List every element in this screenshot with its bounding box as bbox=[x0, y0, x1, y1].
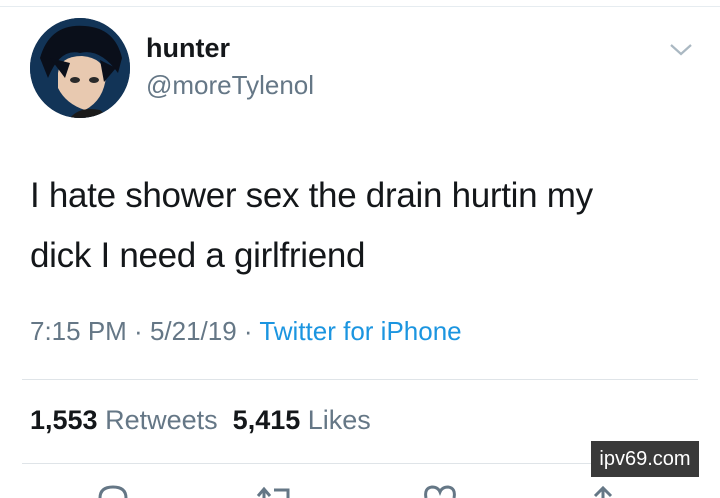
likes-count: 5,415 bbox=[232, 405, 301, 435]
display-name[interactable]: hunter bbox=[146, 33, 230, 64]
action-bar bbox=[0, 484, 720, 498]
likes-label: Likes bbox=[307, 405, 371, 435]
tweet-time[interactable]: 7:15 PM bbox=[30, 316, 127, 346]
retweet-icon[interactable] bbox=[254, 484, 294, 498]
retweets-count: 1,553 bbox=[30, 405, 98, 435]
meta-separator: · bbox=[126, 316, 150, 346]
reply-icon[interactable] bbox=[96, 484, 130, 498]
tweet-text-line-2: dick I need a girlfriend bbox=[30, 236, 366, 275]
tweet-stats: 1,553 Retweets 5,415 Likes bbox=[30, 405, 371, 436]
tweet-text: I hate shower sex the drain hurtin my di… bbox=[30, 166, 690, 286]
avatar[interactable] bbox=[30, 18, 130, 118]
top-divider bbox=[0, 6, 720, 7]
avatar-image bbox=[30, 18, 130, 118]
retweets-stat[interactable]: 1,553 Retweets bbox=[30, 405, 218, 435]
tweet-source[interactable]: Twitter for iPhone bbox=[259, 316, 461, 346]
user-handle[interactable]: @moreTylenol bbox=[146, 70, 314, 101]
tweet-text-line-1: I hate shower sex the drain hurtin my bbox=[30, 176, 593, 215]
chevron-down-icon[interactable] bbox=[668, 40, 694, 60]
retweets-label: Retweets bbox=[105, 405, 218, 435]
meta-separator: · bbox=[236, 316, 260, 346]
heart-icon[interactable] bbox=[422, 484, 458, 498]
tweet-date[interactable]: 5/21/19 bbox=[150, 316, 237, 346]
divider bbox=[22, 379, 698, 380]
likes-stat[interactable]: 5,415 Likes bbox=[233, 405, 371, 435]
tweet-meta: 7:15 PM · 5/21/19 · Twitter for iPhone bbox=[30, 316, 462, 347]
share-icon[interactable] bbox=[590, 484, 616, 498]
watermark: ipv69.com bbox=[591, 441, 699, 477]
